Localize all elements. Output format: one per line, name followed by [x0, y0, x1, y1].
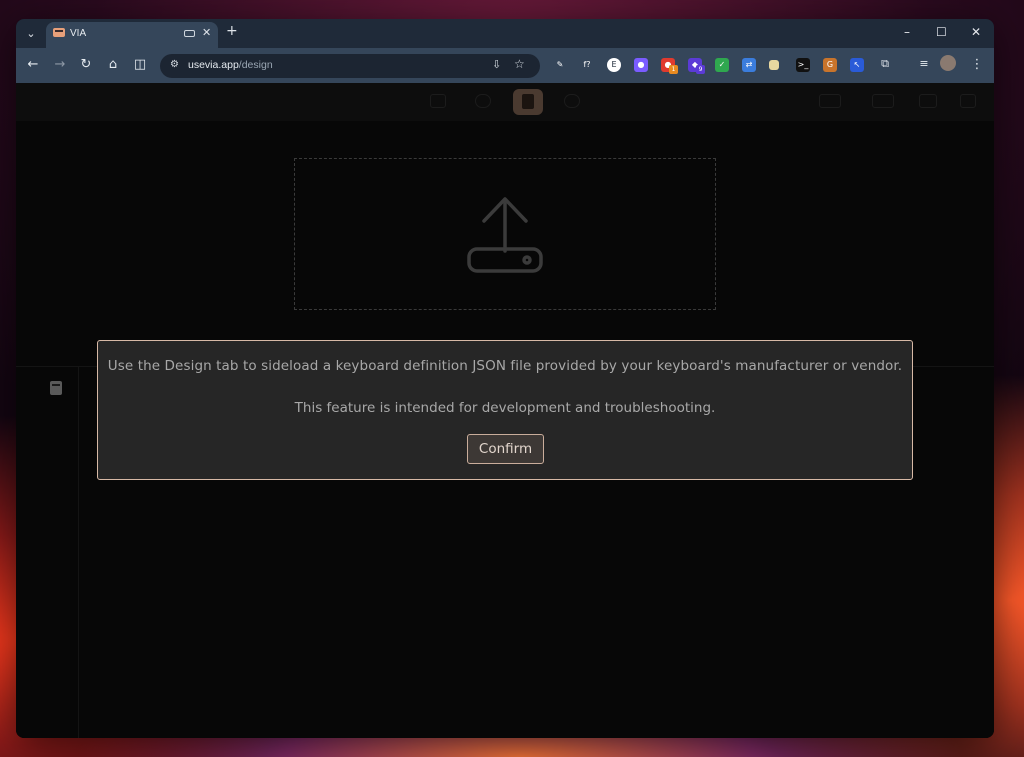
modal-message-line2: This feature is intended for development… [294, 400, 716, 416]
modal-message-line1: Use the Design tab to sideload a keyboar… [107, 358, 903, 374]
app-action-icon-2[interactable] [872, 94, 894, 108]
forward-button[interactable]: → [51, 57, 69, 72]
design-tab-icon[interactable] [513, 89, 543, 115]
app-action-icon-4[interactable] [960, 94, 976, 108]
terminal-extension-icon[interactable]: >_ [796, 58, 810, 72]
font-extension-icon[interactable]: f? [580, 58, 594, 72]
cursor-extension-icon[interactable]: ↖ [850, 58, 864, 72]
definition-dropzone[interactable] [294, 158, 716, 310]
puzzle-extensions-icon[interactable]: ⧉ [876, 57, 894, 71]
tab-close-icon[interactable]: ✕ [202, 26, 211, 39]
new-tab-button[interactable]: + [226, 23, 238, 39]
red-extension-icon[interactable]: ● 1 [661, 58, 678, 74]
tab-title: VIA [70, 28, 87, 39]
install-app-icon[interactable]: ⇩ [492, 58, 501, 71]
tab-via[interactable]: VIA ✕ [46, 22, 218, 48]
keyboard-favicon-icon [53, 28, 65, 37]
media-controls-icon[interactable]: ≡ [915, 57, 933, 70]
confirm-button[interactable]: Confirm [467, 434, 544, 464]
keyboard-icon [184, 30, 195, 37]
reading-mode-button[interactable]: ◫ [131, 57, 149, 72]
app-action-icon-1[interactable] [819, 94, 841, 108]
g-extension-icon[interactable]: G [823, 58, 837, 72]
close-window-button[interactable]: ✕ [971, 25, 981, 39]
purple-extension-icon[interactable]: ◆ 9 [688, 58, 705, 74]
reload-button[interactable]: ↻ [77, 57, 95, 72]
app-menu-bar [16, 83, 994, 121]
tab-search-icon[interactable]: ⌄ [22, 25, 40, 43]
book-icon[interactable] [50, 381, 62, 395]
drop-extension-icon[interactable]: ● [634, 58, 648, 72]
extension-badge: 9 [696, 65, 705, 74]
tab-strip: ⌄ VIA ✕ + – ☐ ✕ [16, 19, 994, 48]
address-bar[interactable]: ⚙ usevia.app/design ⇩ ☆ [160, 54, 540, 78]
link-extension-icon[interactable]: ⇄ [742, 58, 756, 72]
menu-kebab-icon[interactable]: ⋮ [968, 57, 986, 72]
sidebar-divider [78, 367, 79, 738]
minimize-button[interactable]: – [904, 25, 910, 39]
note-extension-icon[interactable] [769, 60, 779, 70]
profile-avatar[interactable] [940, 55, 956, 71]
test-tab-icon[interactable] [475, 94, 491, 108]
settings-tab-icon[interactable] [564, 94, 580, 108]
site-settings-icon[interactable]: ⚙ [170, 59, 183, 72]
url-path: /design [238, 59, 273, 71]
home-button[interactable]: ⌂ [104, 57, 122, 72]
sideload-info-modal: Use the Design tab to sideload a keyboar… [97, 340, 913, 480]
url-text[interactable]: usevia.app/design [188, 59, 273, 71]
back-button[interactable]: ← [24, 57, 42, 72]
shield-extension-icon[interactable]: ✓ [715, 58, 729, 72]
eyedropper-extension-icon[interactable]: ✎ [553, 58, 567, 72]
upload-icon [467, 197, 543, 273]
browser-window: ⌄ VIA ✕ + – ☐ ✕ ← → ↻ ⌂ ◫ ⚙ usevia.app/d… [16, 19, 994, 738]
extension-badge: 1 [669, 65, 678, 74]
circle-e-extension-icon[interactable]: E [607, 58, 621, 72]
bookmark-star-icon[interactable]: ☆ [514, 57, 525, 71]
url-host: usevia.app [188, 59, 239, 71]
keyboard-tab-icon[interactable] [430, 94, 446, 108]
app-action-icon-3[interactable] [919, 94, 937, 108]
browser-toolbar: ← → ↻ ⌂ ◫ ⚙ usevia.app/design ⇩ ☆ ✎ f? E ● ●… [16, 48, 994, 83]
maximize-button[interactable]: ☐ [936, 25, 947, 39]
